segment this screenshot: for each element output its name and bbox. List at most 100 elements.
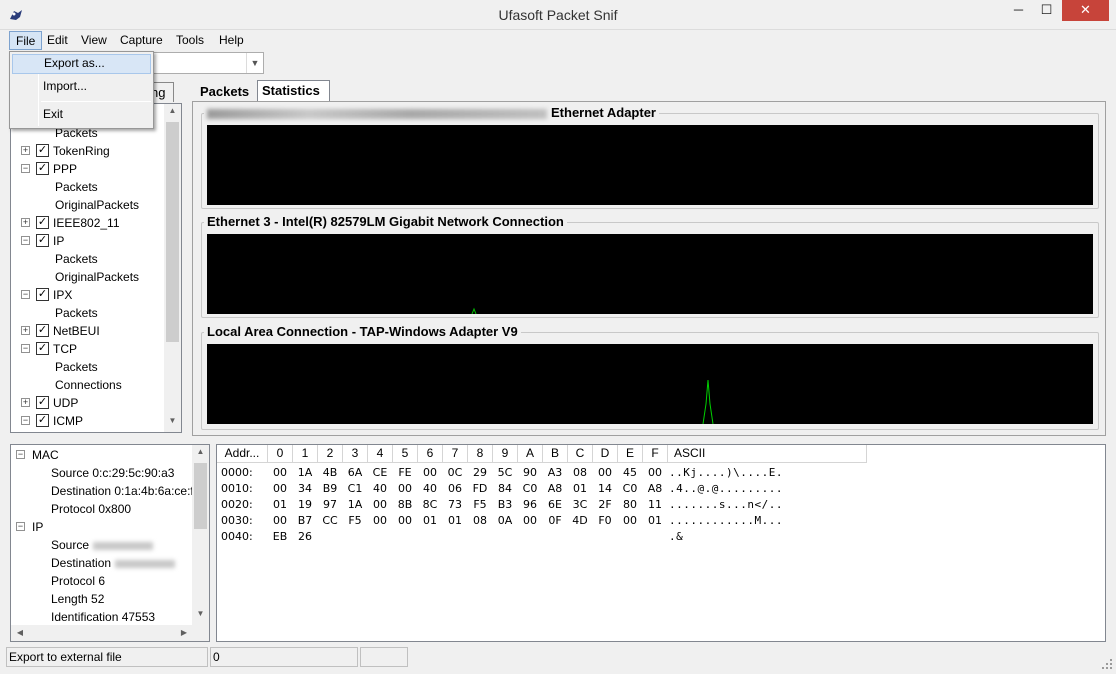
menu-edit[interactable]: Edit — [41, 31, 74, 50]
hex-byte[interactable]: 26 — [293, 529, 317, 545]
decode-item[interactable]: Source — [11, 536, 193, 554]
hex-byte[interactable]: 00 — [268, 481, 292, 497]
hex-byte[interactable]: 40 — [418, 481, 442, 497]
hex-ascii-text[interactable]: ..Kj....)\....E. — [669, 465, 783, 481]
decode-item[interactable]: Destination — [11, 554, 193, 572]
tree-item[interactable]: − ✓ IPX — [11, 286, 164, 304]
hex-ascii-text[interactable]: ............M... — [669, 513, 783, 529]
expand-icon[interactable]: + — [21, 146, 30, 155]
hex-header-col[interactable]: F — [643, 445, 668, 463]
hex-header-col[interactable]: 4 — [368, 445, 393, 463]
checkbox[interactable]: ✓ — [36, 162, 49, 175]
checkbox[interactable]: ✓ — [36, 216, 49, 229]
hex-byte[interactable]: 1A — [293, 465, 317, 481]
hex-byte[interactable]: F5 — [468, 497, 492, 513]
hex-byte[interactable]: 01 — [443, 513, 467, 529]
hex-byte[interactable]: C1 — [343, 481, 367, 497]
tree-item[interactable]: Packets — [11, 358, 164, 376]
collapse-icon[interactable]: − — [21, 164, 30, 173]
tree-item[interactable]: Packets — [11, 250, 164, 268]
hex-byte[interactable]: 08 — [468, 513, 492, 529]
tree-item[interactable]: + ✓ NetBEUI — [11, 322, 164, 340]
tab-statistics[interactable]: Statistics — [257, 80, 330, 102]
decode-vscrollbar[interactable]: ▲ ▼ — [192, 445, 209, 625]
menu-help[interactable]: Help — [213, 31, 250, 50]
hex-byte[interactable]: 90 — [518, 465, 542, 481]
decode-item[interactable]: Length 52 — [11, 590, 193, 608]
scroll-up-icon[interactable]: ▲ — [192, 447, 209, 461]
hex-byte[interactable]: 01 — [643, 513, 667, 529]
hex-byte[interactable]: 2F — [593, 497, 617, 513]
hex-byte[interactable]: 3C — [568, 497, 592, 513]
hex-byte[interactable]: 96 — [518, 497, 542, 513]
hex-byte[interactable]: 11 — [643, 497, 667, 513]
tree-item[interactable]: Packets — [11, 304, 164, 322]
hex-byte[interactable]: 14 — [593, 481, 617, 497]
tree-item[interactable]: + ✓ UDP — [11, 394, 164, 412]
hex-header-ascii[interactable]: ASCII — [668, 445, 867, 463]
hex-header-col[interactable]: A — [518, 445, 543, 463]
minimize-button[interactable]: ─ — [1005, 0, 1032, 21]
collapse-icon[interactable]: − — [21, 236, 30, 245]
hex-byte[interactable]: C0 — [518, 481, 542, 497]
menu-item-exit[interactable]: Exit — [12, 105, 151, 125]
hex-byte[interactable]: A8 — [643, 481, 667, 497]
checkbox[interactable]: ✓ — [36, 396, 49, 409]
hex-byte[interactable]: FD — [468, 481, 492, 497]
hex-byte[interactable]: 0F — [543, 513, 567, 529]
hex-byte[interactable]: 00 — [418, 465, 442, 481]
hex-byte[interactable]: 4B — [318, 465, 342, 481]
hex-byte[interactable]: FE — [393, 465, 417, 481]
tree-scrollbar[interactable]: ▲ ▼ — [164, 104, 181, 432]
collapse-icon[interactable]: − — [21, 290, 30, 299]
hex-byte[interactable]: 00 — [393, 513, 417, 529]
decode-item[interactable]: − MAC — [11, 446, 193, 464]
decode-item[interactable]: − IP — [11, 518, 193, 536]
hex-byte[interactable]: 97 — [318, 497, 342, 513]
checkbox[interactable]: ✓ — [36, 414, 49, 427]
expand-icon[interactable]: + — [21, 218, 30, 227]
decode-item[interactable]: Protocol 6 — [11, 572, 193, 590]
hex-view[interactable]: Addr... 0 1 2 3 4 5 6 7 8 9 A B C D E F ASCII 0000: 00 1A 4B 6… — [216, 444, 1106, 642]
hex-byte[interactable]: 01 — [568, 481, 592, 497]
hex-byte[interactable]: 4D — [568, 513, 592, 529]
hex-header-col[interactable]: D — [593, 445, 618, 463]
decode-item[interactable]: Source 0:c:29:5c:90:a3 — [11, 464, 193, 482]
hex-header-col[interactable]: 1 — [293, 445, 318, 463]
decode-item[interactable]: Protocol 0x800 — [11, 500, 193, 518]
hex-byte[interactable]: 1A — [343, 497, 367, 513]
hex-byte[interactable]: C0 — [618, 481, 642, 497]
hex-ascii-text[interactable]: .4..@.@......... — [669, 481, 783, 497]
tree-item[interactable]: + ✓ IEEE802_11 — [11, 214, 164, 232]
hex-byte[interactable]: A8 — [543, 481, 567, 497]
hex-header-col[interactable]: B — [543, 445, 568, 463]
hex-byte[interactable]: 19 — [293, 497, 317, 513]
tree-item[interactable]: OriginalPackets — [11, 196, 164, 214]
menu-capture[interactable]: Capture — [114, 31, 169, 50]
tree-item[interactable]: − ✓ PPP — [11, 160, 164, 178]
scroll-up-icon[interactable]: ▲ — [164, 106, 181, 120]
hex-byte[interactable]: EB — [268, 529, 292, 545]
menu-item-import[interactable]: Import... — [12, 77, 151, 97]
hex-byte[interactable]: 73 — [443, 497, 467, 513]
hex-byte[interactable]: 29 — [468, 465, 492, 481]
hex-byte[interactable]: 84 — [493, 481, 517, 497]
decode-item[interactable]: Identification 47553 — [11, 608, 193, 626]
tree-item[interactable]: − ✓ IP — [11, 232, 164, 250]
adapter-combo[interactable]: ▼ — [150, 52, 264, 74]
decode-hscrollbar[interactable]: ◀ ▶ — [11, 625, 209, 641]
hex-byte[interactable]: 8C — [418, 497, 442, 513]
hex-byte[interactable]: 34 — [293, 481, 317, 497]
collapse-icon[interactable]: − — [16, 450, 25, 459]
hex-byte[interactable]: 00 — [393, 481, 417, 497]
hex-byte[interactable]: 00 — [268, 513, 292, 529]
hex-byte[interactable]: 00 — [518, 513, 542, 529]
hex-byte[interactable]: 0C — [443, 465, 467, 481]
hex-byte[interactable]: CE — [368, 465, 392, 481]
hex-header-col[interactable]: 2 — [318, 445, 343, 463]
hex-header-col[interactable]: 7 — [443, 445, 468, 463]
expand-icon[interactable]: + — [21, 326, 30, 335]
hex-byte[interactable]: 6A — [343, 465, 367, 481]
hex-header-col[interactable]: 6 — [418, 445, 443, 463]
hex-byte[interactable]: CC — [318, 513, 342, 529]
